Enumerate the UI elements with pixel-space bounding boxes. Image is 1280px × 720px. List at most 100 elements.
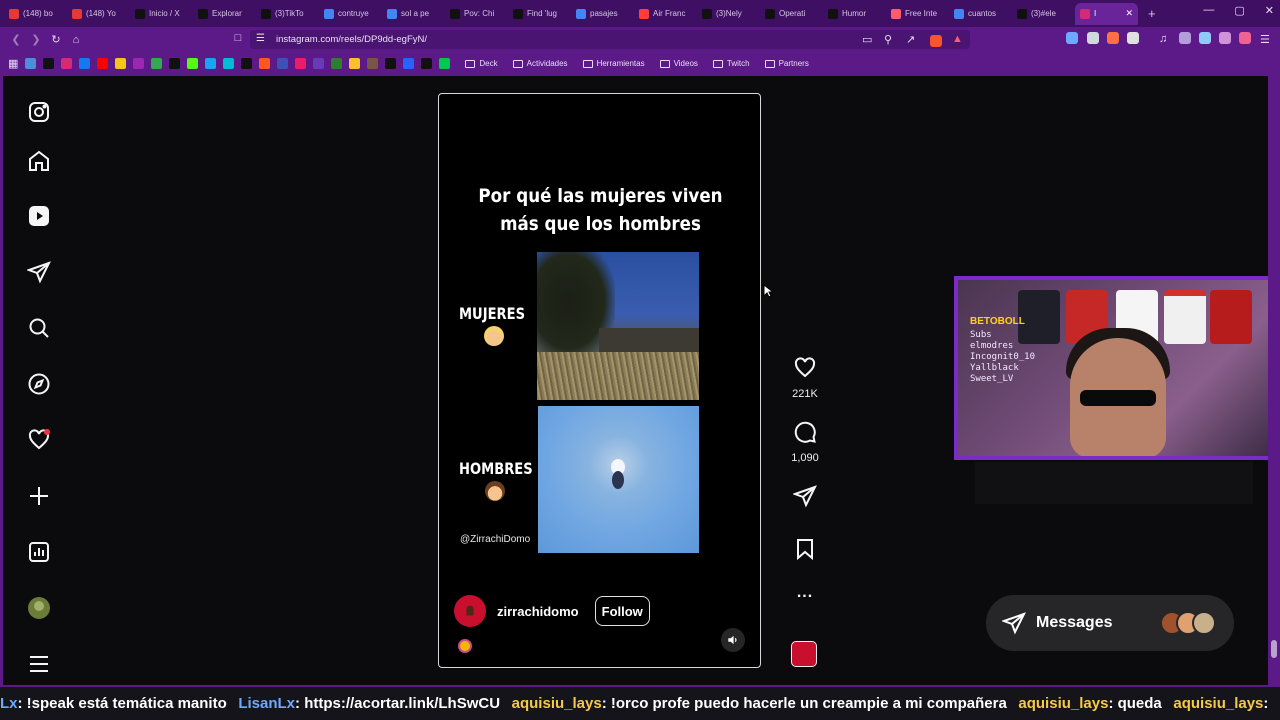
- bookmark-favicon-icon[interactable]: [385, 58, 397, 69]
- bookmark-page-icon[interactable]: □: [228, 32, 248, 44]
- extension-icon-2[interactable]: [1087, 32, 1099, 44]
- bookmark-favicon-icon[interactable]: [25, 58, 37, 69]
- address-bar[interactable]: ☰ instagram.com/reels/DP9dd-egFyN/ ▭ ⚲ ↗…: [250, 30, 970, 49]
- bookmark-folder-actividades[interactable]: Actividades: [512, 59, 568, 68]
- reload-icon[interactable]: ↻: [46, 33, 66, 46]
- scrollbar-thumb[interactable]: [1271, 640, 1277, 658]
- audio-track-icon[interactable]: [458, 639, 472, 653]
- browser-tab[interactable]: cuantos: [949, 3, 1012, 25]
- bookmark-favicon-icon[interactable]: [61, 58, 73, 69]
- bookmark-favicon-icon[interactable]: [241, 58, 253, 69]
- bookmark-favicon-icon[interactable]: [313, 58, 325, 69]
- bookmark-folder-herramientas[interactable]: Herramientas: [582, 59, 645, 68]
- bookmark-favicon-icon[interactable]: [295, 58, 307, 69]
- bookmark-favicon-icon[interactable]: [205, 58, 217, 69]
- bookmark-folder-deck[interactable]: Deck: [465, 59, 498, 68]
- mute-toggle-icon[interactable]: [721, 628, 745, 652]
- bookmark-favicon-icon[interactable]: [115, 58, 127, 69]
- browser-tab[interactable]: (3)Nely: [697, 3, 760, 25]
- minimize-button[interactable]: —: [1203, 4, 1214, 17]
- music-icon[interactable]: ♫: [1159, 33, 1167, 45]
- reel-video-player[interactable]: Por qué las mujeres viven más que los ho…: [438, 93, 761, 668]
- menu-icon[interactable]: ☰: [1260, 33, 1270, 46]
- more-options-button[interactable]: ...: [785, 584, 825, 602]
- forward-icon[interactable]: ❯: [26, 33, 46, 46]
- bookmark-favicon-icon[interactable]: [79, 58, 91, 69]
- browser-tab[interactable]: (3)TikTo: [256, 3, 319, 25]
- browser-tab[interactable]: Air Franc: [634, 3, 697, 25]
- close-window-button[interactable]: ✕: [1265, 4, 1274, 17]
- back-icon[interactable]: ❮: [6, 33, 26, 46]
- browser-tab[interactable]: sol a pe: [382, 3, 445, 25]
- dashboard-icon[interactable]: [26, 539, 52, 565]
- bookmark-favicon-icon[interactable]: [133, 58, 145, 69]
- new-tab-button[interactable]: +: [1148, 6, 1156, 21]
- brave-shield-icon[interactable]: [930, 35, 942, 47]
- home-icon[interactable]: ⌂: [66, 34, 86, 46]
- browser-tab[interactable]: Inicio / X: [130, 3, 193, 25]
- messages-nav-icon[interactable]: [26, 259, 52, 285]
- bookmark-folder-partners[interactable]: Partners: [764, 59, 809, 68]
- audio-cover-avatar[interactable]: [791, 641, 817, 667]
- browser-tab[interactable]: Free Inte: [886, 3, 949, 25]
- create-plus-icon[interactable]: [26, 483, 52, 509]
- leo-icon[interactable]: [1199, 32, 1211, 44]
- bookmark-favicon-icon[interactable]: [403, 58, 415, 69]
- bookmark-favicon-icon[interactable]: [277, 58, 289, 69]
- author-username[interactable]: zirrachidomo: [497, 604, 579, 619]
- browser-tab[interactable]: Humor: [823, 3, 886, 25]
- cast-icon[interactable]: ▭: [862, 33, 872, 46]
- bookmark-favicon-icon[interactable]: [223, 58, 235, 69]
- follow-button[interactable]: Follow: [594, 596, 650, 626]
- browser-tab[interactable]: Operati: [760, 3, 823, 25]
- site-info-icon[interactable]: ☰: [256, 33, 265, 44]
- home-nav-icon[interactable]: [26, 148, 52, 174]
- browser-tab[interactable]: contruye: [319, 3, 382, 25]
- save-button[interactable]: [785, 537, 825, 566]
- browser-tab[interactable]: pasajes: [571, 3, 634, 25]
- reels-nav-icon[interactable]: [26, 203, 52, 229]
- browser-tab[interactable]: Find 'lug: [508, 3, 571, 25]
- extension-icon-1[interactable]: [1066, 32, 1078, 44]
- wallet-icon[interactable]: [1179, 32, 1191, 44]
- bookmark-favicon-icon[interactable]: [331, 58, 343, 69]
- share-icon[interactable]: ↗: [906, 33, 915, 46]
- bookmark-favicon-icon[interactable]: [169, 58, 181, 69]
- tab-close-icon[interactable]: ✕: [1125, 8, 1133, 19]
- vpn-icon[interactable]: [1219, 32, 1231, 44]
- bookmark-favicon-icon[interactable]: [259, 58, 271, 69]
- bookmark-favicon-icon[interactable]: [349, 58, 361, 69]
- explore-compass-icon[interactable]: [26, 371, 52, 397]
- zoom-icon[interactable]: ⚲: [884, 33, 892, 46]
- browser-tab[interactable]: (148) bo: [4, 3, 67, 25]
- search-icon[interactable]: [26, 315, 52, 341]
- profile-avatar[interactable]: [26, 595, 52, 621]
- bookmark-favicon-icon[interactable]: [97, 58, 109, 69]
- bookmark-favicon-icon[interactable]: [43, 58, 55, 69]
- bookmark-favicon-icon[interactable]: [439, 58, 451, 69]
- maximize-button[interactable]: ▢: [1234, 4, 1244, 17]
- instagram-logo-icon[interactable]: [26, 99, 52, 125]
- bookmark-folder-twitch[interactable]: Twitch: [712, 59, 750, 68]
- page-scrollbar[interactable]: [1268, 76, 1280, 685]
- browser-tab[interactable]: Explorar: [193, 3, 256, 25]
- bookmark-folder-videos[interactable]: Videos: [659, 59, 698, 68]
- message-contact-avatar[interactable]: [1192, 611, 1216, 635]
- notifications-heart-icon[interactable]: [26, 427, 52, 453]
- browser-tab[interactable]: (3)#ele: [1012, 3, 1075, 25]
- extension-icon-4[interactable]: [1127, 32, 1139, 44]
- bookmark-favicon-icon[interactable]: [187, 58, 199, 69]
- browser-tab[interactable]: (148) Yo: [67, 3, 130, 25]
- bookmark-favicon-icon[interactable]: [421, 58, 433, 69]
- bookmark-favicon-icon[interactable]: [367, 58, 379, 69]
- browser-tab[interactable]: Pov: Chi: [445, 3, 508, 25]
- extension-icon-3[interactable]: [1107, 32, 1119, 44]
- comment-button[interactable]: 1,090: [785, 420, 825, 464]
- bookmark-favicon-icon[interactable]: [151, 58, 163, 69]
- rewards-icon[interactable]: ▲: [952, 33, 963, 45]
- author-avatar[interactable]: [454, 595, 486, 627]
- like-button[interactable]: 221K: [785, 356, 825, 400]
- extensions-puzzle-icon[interactable]: [1239, 32, 1251, 44]
- browser-tab[interactable]: I ✕: [1075, 2, 1138, 25]
- messages-pill[interactable]: Messages: [986, 595, 1234, 651]
